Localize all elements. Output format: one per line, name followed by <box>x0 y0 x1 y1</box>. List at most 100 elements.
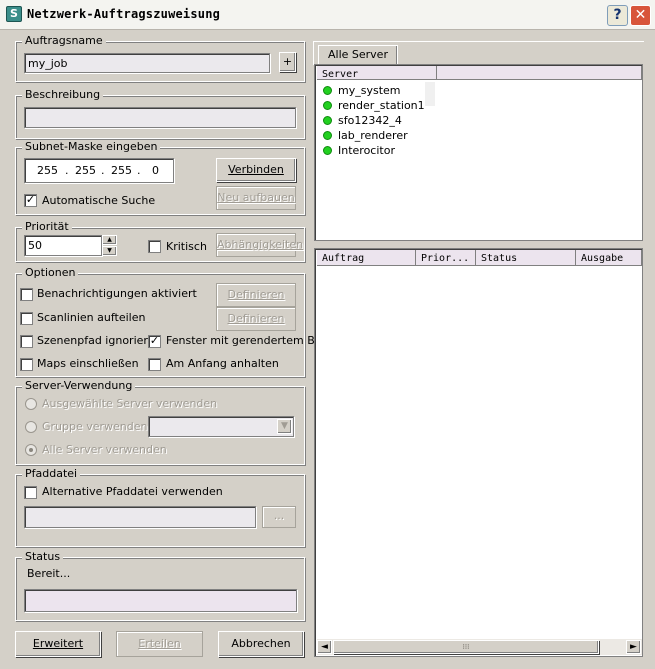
spinner-up-icon[interactable]: ▲ <box>102 235 117 245</box>
define-notifications-label: Definieren <box>227 288 285 301</box>
description-label: Beschreibung <box>22 89 104 101</box>
hold-at-start-checkbox[interactable] <box>148 358 161 371</box>
browse-path-button[interactable]: ... <box>262 506 296 528</box>
subnet-dot: . <box>137 164 141 177</box>
description-input[interactable] <box>24 107 296 128</box>
connect-button[interactable]: Verbinden <box>216 158 296 182</box>
include-maps-label: Maps einschließen <box>37 357 139 370</box>
subnet-label: Subnet-Maske eingeben <box>22 141 161 153</box>
path-file-input[interactable] <box>24 506 256 528</box>
advanced-button[interactable]: Erweitert <box>15 631 101 657</box>
jobs-horizontal-scrollbar[interactable]: ◄ ⁞⁞⁞ ► <box>317 639 642 655</box>
subnet-mask-input[interactable]: 255 . 255 . 255 . 0 <box>24 158 174 183</box>
alternative-path-label: Alternative Pfaddatei verwenden <box>42 485 223 498</box>
subnet-octet-1[interactable]: 255 <box>37 164 58 177</box>
status-text: Bereit... <box>27 567 71 580</box>
server-column-header[interactable]: Server <box>317 66 437 80</box>
subnet-dot: . <box>101 164 105 177</box>
priority-column-header[interactable]: Prior... <box>416 250 476 266</box>
define-scanlines-button[interactable]: Definieren <box>216 307 296 331</box>
split-scanlines-label: Scanlinien aufteilen <box>37 311 146 324</box>
submit-button[interactable]: Erteilen <box>116 631 203 657</box>
job-column-header[interactable]: Auftrag <box>317 250 416 266</box>
job-name-input[interactable]: my_job <box>24 53 270 73</box>
define-notifications-button[interactable]: Definieren <box>216 283 296 307</box>
frame-window-checkbox[interactable]: ✓ <box>148 335 161 348</box>
status-dot-icon <box>323 131 332 140</box>
subnet-octet-4[interactable]: 0 <box>152 164 159 177</box>
dependencies-button[interactable]: Abhängigkeiten <box>216 233 303 257</box>
split-scanlines-checkbox[interactable] <box>20 312 33 325</box>
priority-label: Priorität <box>22 221 72 233</box>
server-list-item[interactable]: render_station1 <box>323 98 523 113</box>
server-list-item[interactable]: lab_renderer <box>323 128 523 143</box>
status-dot-icon <box>323 116 332 125</box>
dependencies-button-label: Abhängigkeiten <box>217 238 304 251</box>
server-name: Interocitor <box>338 144 395 157</box>
priority-spinner[interactable]: ▲ ▼ <box>102 235 117 256</box>
frame-window-label: Fenster mit gerendertem Bild <box>166 334 328 347</box>
status-column-header[interactable]: Status <box>476 250 576 266</box>
group-select[interactable]: ▼ <box>148 416 294 437</box>
status-dot-icon <box>323 101 332 110</box>
alternative-path-checkbox[interactable] <box>24 486 37 499</box>
spinner-down-icon[interactable]: ▼ <box>102 246 117 256</box>
subnet-octet-3[interactable]: 255 <box>111 164 132 177</box>
output-column-header[interactable]: Ausgabe <box>576 250 642 266</box>
notifications-label: Benachrichtigungen aktiviert <box>37 287 197 300</box>
tab-all-servers[interactable]: Alle Server <box>318 45 398 65</box>
server-column-header-empty <box>437 66 642 80</box>
server-usage-label: Server-Verwendung <box>22 380 136 392</box>
ignore-scene-path-checkbox[interactable] <box>20 335 33 348</box>
submit-button-label: Erteilen <box>138 637 181 650</box>
subnet-octet-2[interactable]: 255 <box>75 164 96 177</box>
server-list-item[interactable]: my_system <box>323 83 523 98</box>
rebuild-button[interactable]: Neu aufbauen <box>216 186 296 210</box>
jobs-list[interactable]: Auftrag Prior... Status Ausgabe ◄ ⁞⁞⁞ ► <box>314 248 643 657</box>
subnet-dot: . <box>65 164 69 177</box>
server-name: lab_renderer <box>338 129 408 142</box>
close-button[interactable]: ✕ <box>630 5 651 26</box>
status-field <box>24 589 297 612</box>
job-name-label: Auftragsname <box>22 35 106 47</box>
ignore-scene-path-label: Szenenpfad ignorieren <box>37 334 162 347</box>
app-icon[interactable]: S <box>6 6 22 22</box>
server-list[interactable]: Server my_system render_station1 sfo12342_… <box>314 64 643 241</box>
use-all-servers-label: Alle Server verwenden <box>42 443 167 456</box>
priority-input[interactable]: 50 <box>24 235 102 256</box>
server-list-item[interactable]: sfo12342_4 <box>323 113 523 128</box>
server-name: render_station1 <box>338 99 425 112</box>
cancel-button[interactable]: Abbrechen <box>218 631 304 657</box>
use-all-servers-radio[interactable] <box>25 444 37 456</box>
scroll-right-icon[interactable]: ► <box>626 640 641 654</box>
options-label: Optionen <box>22 267 79 279</box>
notifications-checkbox[interactable] <box>20 288 33 301</box>
add-job-name-button[interactable]: + <box>279 52 296 72</box>
status-dot-icon <box>323 146 332 155</box>
define-scanlines-label: Definieren <box>227 312 285 325</box>
use-selected-servers-label: Ausgewählte Server verwenden <box>42 397 218 410</box>
use-group-label: Gruppe verwenden <box>42 420 148 433</box>
use-selected-servers-radio[interactable] <box>25 398 37 410</box>
server-list-item[interactable]: Interocitor <box>323 143 523 158</box>
critical-label: Kritisch <box>166 240 207 253</box>
auto-search-checkbox[interactable]: ✓ <box>24 194 37 207</box>
scroll-left-icon[interactable]: ◄ <box>317 640 332 654</box>
include-maps-checkbox[interactable] <box>20 358 33 371</box>
critical-checkbox[interactable] <box>148 240 161 253</box>
use-group-radio[interactable] <box>25 421 37 433</box>
hold-at-start-label: Am Anfang anhalten <box>166 357 279 370</box>
help-button[interactable]: ? <box>607 5 628 26</box>
chevron-down-icon[interactable]: ▼ <box>277 419 292 434</box>
server-rows: my_system render_station1 sfo12342_4 lab_re… <box>323 83 523 158</box>
auto-search-label: Automatische Suche <box>42 194 156 207</box>
path-file-label: Pfaddatei <box>22 468 81 480</box>
window-title: Netzwerk-Auftragszuweisung <box>27 7 221 21</box>
server-name: my_system <box>338 84 401 97</box>
status-dot-icon <box>323 86 332 95</box>
advanced-button-label: Erweitert <box>32 637 84 650</box>
scroll-thumb[interactable]: ⁞⁞⁞ <box>333 640 599 654</box>
rebuild-button-label: Neu aufbauen <box>217 191 295 204</box>
server-name: sfo12342_4 <box>338 114 402 127</box>
title-bar: S Netzwerk-Auftragszuweisung ? ✕ <box>0 0 655 30</box>
